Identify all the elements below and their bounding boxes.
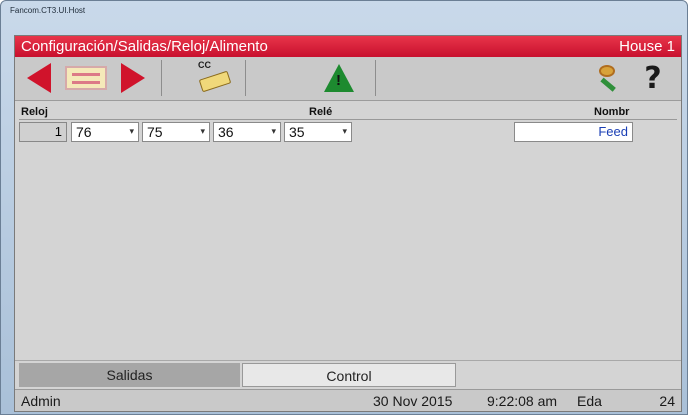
- status-eda-value: 24: [659, 393, 675, 409]
- tab-control[interactable]: Control: [242, 363, 456, 387]
- help-button[interactable]: ?: [635, 60, 671, 96]
- warning-icon: !: [324, 64, 354, 92]
- tab-salidas[interactable]: Salidas: [19, 363, 240, 387]
- toolbar-divider: [161, 60, 162, 96]
- arrow-left-icon: [27, 63, 51, 93]
- breadcrumb: Configuración/Salidas/Reloj/Alimento: [21, 38, 268, 55]
- chevron-down-icon: ▾: [200, 126, 205, 136]
- relay-select-3[interactable]: 36 ▾: [213, 122, 281, 142]
- card-button[interactable]: CC: [191, 60, 237, 96]
- app-header: Configuración/Salidas/Reloj/Alimento Hou…: [15, 36, 681, 57]
- clock-number: 1: [19, 122, 67, 142]
- next-button[interactable]: [113, 60, 153, 96]
- status-eda-label: Eda: [577, 393, 602, 409]
- alarm-button[interactable]: !: [319, 60, 359, 96]
- relay-select-2[interactable]: 75 ▾: [142, 122, 210, 142]
- access-button[interactable]: [589, 60, 625, 96]
- status-bar: Admin 30 Nov 2015 9:22:08 am Eda 24: [15, 389, 681, 411]
- settings-grid: Reloj Relé Nombr 1 76 ▾ 75 ▾ 36 ▾ 35 ▾ F…: [15, 104, 681, 354]
- status-user: Admin: [21, 393, 61, 409]
- client-area: Configuración/Salidas/Reloj/Alimento Hou…: [14, 35, 682, 412]
- toolbar-divider: [245, 60, 246, 96]
- column-headers: Reloj Relé Nombr: [19, 104, 677, 120]
- list-icon: [65, 66, 107, 90]
- status-date: 30 Nov 2015: [373, 393, 453, 409]
- card-icon: CC: [194, 60, 234, 95]
- table-row: 1 76 ▾ 75 ▾ 36 ▾ 35 ▾ Feed: [19, 122, 677, 144]
- column-rele: Relé: [309, 106, 333, 118]
- house-label: House 1: [619, 38, 675, 55]
- app-window: Fancom.CT3.UI.Host Configuración/Salidas…: [0, 0, 688, 415]
- name-field[interactable]: Feed: [514, 122, 633, 142]
- toolbar: CC ! ?: [15, 57, 681, 101]
- status-time: 9:22:08 am: [487, 393, 558, 409]
- chevron-down-icon: ▾: [129, 126, 134, 136]
- column-reloj: Reloj: [21, 106, 48, 118]
- chevron-down-icon: ▾: [342, 126, 347, 136]
- list-button[interactable]: [61, 60, 111, 96]
- column-nombre: Nombr: [594, 106, 630, 118]
- bottom-tabs: Salidas Control: [15, 360, 681, 387]
- window-title: Fancom.CT3.UI.Host: [10, 6, 86, 15]
- previous-button[interactable]: [19, 60, 59, 96]
- cc-label: CC: [198, 60, 211, 70]
- help-icon: ?: [644, 60, 662, 96]
- arrow-right-icon: [121, 63, 145, 93]
- chevron-down-icon: ▾: [271, 126, 276, 136]
- relay-select-4[interactable]: 35 ▾: [284, 122, 352, 142]
- toolbar-divider: [375, 60, 376, 96]
- relay-select-1[interactable]: 76 ▾: [71, 122, 139, 142]
- key-icon: [594, 63, 620, 93]
